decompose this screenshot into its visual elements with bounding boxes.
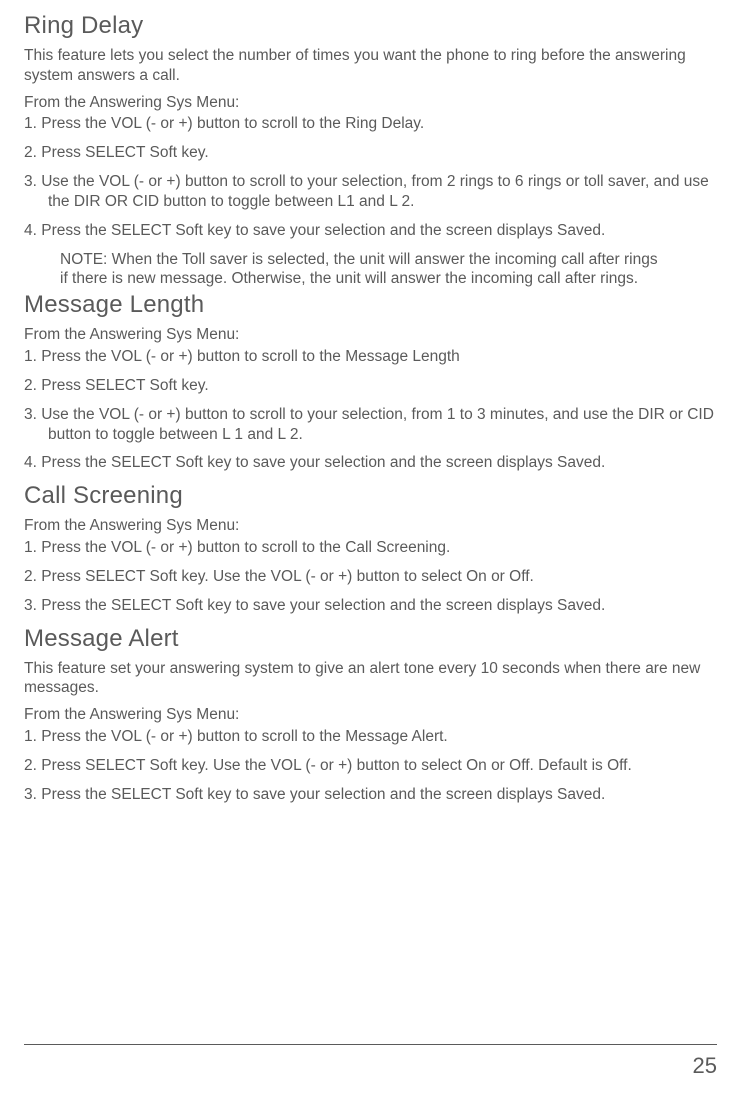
step: 4. Press the SELECT Soft key to save you… bbox=[24, 221, 717, 241]
menu-line: From the Answering Sys Menu: bbox=[24, 93, 717, 113]
note-ring-delay: NOTE: When the Toll saver is selected, t… bbox=[24, 250, 664, 290]
heading-ring-delay: Ring Delay bbox=[24, 12, 717, 40]
footer-divider bbox=[24, 1044, 717, 1045]
step: 3. Press the SELECT Soft key to save you… bbox=[24, 596, 717, 616]
step: 4. Press the SELECT Soft key to save you… bbox=[24, 453, 717, 473]
step: 3. Press the SELECT Soft key to save you… bbox=[24, 785, 717, 805]
step: 1. Press the VOL (- or +) button to scro… bbox=[24, 727, 717, 747]
heading-call-screening: Call Screening bbox=[24, 482, 717, 510]
intro-message-alert: This feature set your answering system t… bbox=[24, 659, 717, 699]
page-content: Ring Delay This feature lets you select … bbox=[0, 0, 745, 805]
menu-line: From the Answering Sys Menu: bbox=[24, 705, 717, 725]
step: 1. Press the VOL (- or +) button to scro… bbox=[24, 347, 717, 367]
section-message-length: Message Length From the Answering Sys Me… bbox=[24, 291, 717, 473]
step: 1. Press the VOL (- or +) button to scro… bbox=[24, 114, 717, 134]
menu-line: From the Answering Sys Menu: bbox=[24, 325, 717, 345]
heading-message-alert: Message Alert bbox=[24, 625, 717, 653]
section-call-screening: Call Screening From the Answering Sys Me… bbox=[24, 482, 717, 615]
step: 3. Use the VOL (- or +) button to scroll… bbox=[24, 405, 717, 445]
step: 2. Press SELECT Soft key. bbox=[24, 376, 717, 396]
step: 2. Press SELECT Soft key. bbox=[24, 143, 717, 163]
step: 3. Use the VOL (- or +) button to scroll… bbox=[24, 172, 717, 212]
section-ring-delay: Ring Delay This feature lets you select … bbox=[24, 12, 717, 289]
intro-ring-delay: This feature lets you select the number … bbox=[24, 46, 717, 86]
step: 2. Press SELECT Soft key. Use the VOL (-… bbox=[24, 567, 717, 587]
page-number: 25 bbox=[693, 1053, 717, 1079]
section-message-alert: Message Alert This feature set your answ… bbox=[24, 625, 717, 805]
step: 2. Press SELECT Soft key. Use the VOL (-… bbox=[24, 756, 717, 776]
menu-line: From the Answering Sys Menu: bbox=[24, 516, 717, 536]
heading-message-length: Message Length bbox=[24, 291, 717, 319]
step: 1. Press the VOL (- or +) button to scro… bbox=[24, 538, 717, 558]
